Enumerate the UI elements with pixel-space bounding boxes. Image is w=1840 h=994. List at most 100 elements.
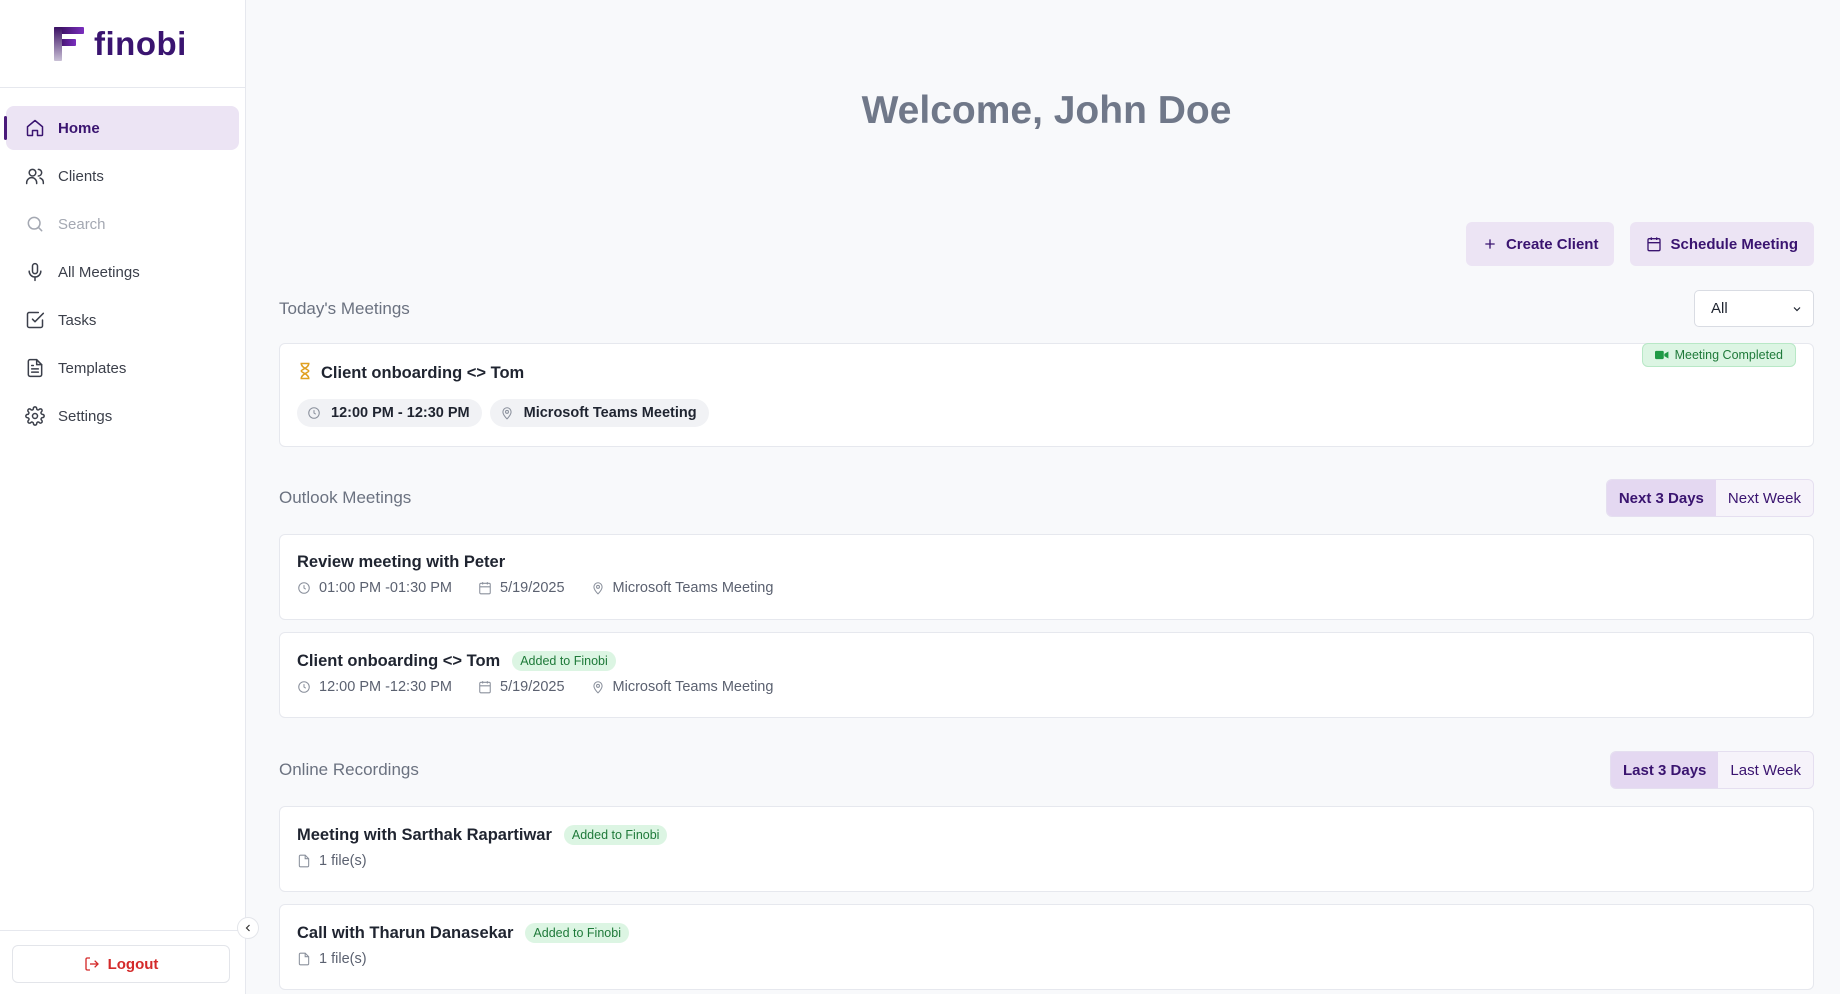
online-recordings-header: Online Recordings Last 3 Days Last Week (279, 751, 1814, 789)
recording-card[interactable]: Meeting with Sarthak Rapartiwar Added to… (279, 806, 1814, 892)
sidebar-item-label: Settings (58, 407, 113, 425)
create-client-label: Create Client (1505, 235, 1599, 253)
section-title: Today's Meetings (279, 298, 410, 318)
calendar-icon (479, 582, 491, 595)
schedule-meeting-button[interactable]: Schedule Meeting (1630, 222, 1814, 266)
meeting-filter-select[interactable]: All (1694, 290, 1814, 327)
calendar-icon (1647, 237, 1662, 252)
sidebar-item-home[interactable]: Home (4, 106, 239, 150)
meeting-location: Microsoft Teams Meeting (612, 580, 774, 596)
section-title: Outlook Meetings (279, 488, 412, 507)
meeting-date: 5/19/2025 (500, 580, 565, 596)
check-square-icon (24, 309, 46, 331)
added-badge: Added to Finobi (525, 923, 629, 943)
logout-button[interactable]: Logout (12, 945, 230, 983)
today-meeting-card[interactable]: Meeting Completed Client onboarding <> T… (279, 343, 1814, 447)
home-icon (24, 117, 46, 139)
clock-icon (298, 582, 310, 594)
users-icon (24, 165, 46, 187)
file-count-item: 1 file(s) (297, 853, 367, 869)
meeting-time-item: 12:00 PM -12:30 PM (297, 679, 452, 695)
meeting-time: 01:00 PM -01:30 PM (319, 580, 452, 596)
outlook-meetings-header: Outlook Meetings Next 3 Days Next Week (279, 479, 1814, 517)
map-pin-icon (502, 407, 512, 420)
sidebar-item-search[interactable]: Search (6, 202, 239, 246)
recording-title: Call with Tharun Danasekar (297, 923, 514, 942)
sidebar-item-label: Tasks (58, 311, 97, 329)
logout-label: Logout (107, 955, 159, 973)
map-pin-icon (592, 582, 603, 595)
meeting-location-item: Microsoft Teams Meeting (591, 679, 774, 695)
meeting-location-pill: Microsoft Teams Meeting (489, 399, 709, 427)
sidebar-item-clients[interactable]: Clients (6, 154, 239, 198)
tab-next-3-days[interactable]: Next 3 Days (1606, 480, 1716, 516)
sidebar-item-label: Clients (58, 167, 104, 185)
meeting-date-item: 5/19/2025 (478, 580, 565, 596)
file-icon (298, 854, 310, 868)
page-title: Welcome, John Doe (861, 89, 1232, 132)
outlook-meeting-card[interactable]: Review meeting with Peter 01:00 PM -01:3… (279, 534, 1814, 620)
brand-name: finobi (94, 24, 187, 62)
tab-last-week[interactable]: Last Week (1718, 752, 1813, 788)
file-count: 1 file(s) (319, 853, 367, 869)
main-content: Welcome, John Doe Create Client Schedule… (247, 0, 1840, 994)
added-badge: Added to Finobi (563, 825, 668, 845)
recordings-range-tabs: Last 3 Days Last Week (1610, 751, 1814, 789)
sidebar-footer: Logout (0, 930, 246, 994)
sidebar: finobi Home Clients Search All Meetings … (0, 0, 246, 994)
map-pin-icon (592, 681, 603, 694)
sidebar-item-label: Search (58, 215, 106, 233)
search-icon (24, 213, 46, 235)
meeting-time: 12:00 PM - 12:30 PM (331, 405, 470, 421)
logout-icon (84, 957, 99, 971)
meeting-date-item: 5/19/2025 (478, 679, 565, 695)
sidebar-item-all-meetings[interactable]: All Meetings (6, 250, 239, 294)
meeting-title: Review meeting with Peter (297, 553, 506, 571)
meeting-time-item: 01:00 PM -01:30 PM (297, 580, 452, 596)
calendar-icon (479, 681, 491, 694)
meeting-location-item: Microsoft Teams Meeting (591, 580, 774, 596)
recording-card[interactable]: Call with Tharun Danasekar Added to Fino… (279, 904, 1814, 990)
file-icon (298, 952, 310, 966)
schedule-meeting-label: Schedule Meeting (1670, 235, 1798, 253)
meeting-time: 12:00 PM -12:30 PM (319, 679, 452, 695)
finobi-logo-icon (52, 25, 84, 63)
action-bar: Create Client Schedule Meeting (1465, 222, 1814, 266)
sidebar-item-label: Home (58, 119, 100, 137)
status-badge: Meeting Completed (1641, 343, 1796, 367)
sidebar-item-label: Templates (58, 359, 127, 377)
tab-next-week[interactable]: Next Week (1715, 480, 1813, 516)
sidebar-item-templates[interactable]: Templates (6, 346, 239, 390)
clock-icon (298, 681, 310, 693)
filter-value: All (1711, 300, 1728, 317)
file-count: 1 file(s) (319, 951, 367, 967)
meeting-title: Client onboarding <> Tom (321, 364, 525, 382)
logo[interactable]: finobi (0, 0, 245, 88)
meeting-location: Microsoft Teams Meeting (523, 405, 697, 421)
meeting-time-pill: 12:00 PM - 12:30 PM (297, 399, 482, 427)
chevron-down-icon (1793, 306, 1801, 311)
status-label: Meeting Completed (1674, 348, 1783, 362)
sidebar-nav: Home Clients Search All Meetings Tasks T… (0, 88, 245, 438)
meeting-title: Client onboarding <> Tom (297, 651, 501, 670)
create-client-button[interactable]: Create Client (1465, 222, 1615, 266)
hourglass-icon (297, 362, 321, 385)
section-title: Online Recordings (279, 760, 419, 779)
outlook-meeting-card[interactable]: Client onboarding <> Tom Added to Finobi… (279, 632, 1814, 718)
sidebar-item-tasks[interactable]: Tasks (6, 298, 239, 342)
todays-meetings-header: Today's Meetings All (279, 290, 1814, 327)
meeting-date: 5/19/2025 (500, 679, 565, 695)
plus-icon (1485, 239, 1495, 249)
sidebar-item-settings[interactable]: Settings (6, 394, 239, 438)
recording-title: Meeting with Sarthak Rapartiwar (297, 825, 552, 844)
file-icon (24, 357, 46, 379)
added-badge: Added to Finobi (512, 651, 616, 671)
mic-icon (24, 261, 46, 283)
collapse-sidebar-button[interactable] (237, 917, 259, 939)
outlook-range-tabs: Next 3 Days Next Week (1605, 479, 1814, 517)
tab-last-3-days[interactable]: Last 3 Days (1611, 752, 1719, 788)
sidebar-item-label: All Meetings (58, 263, 140, 281)
clock-icon (308, 407, 320, 419)
meeting-location: Microsoft Teams Meeting (612, 679, 774, 695)
video-icon (1654, 350, 1669, 360)
